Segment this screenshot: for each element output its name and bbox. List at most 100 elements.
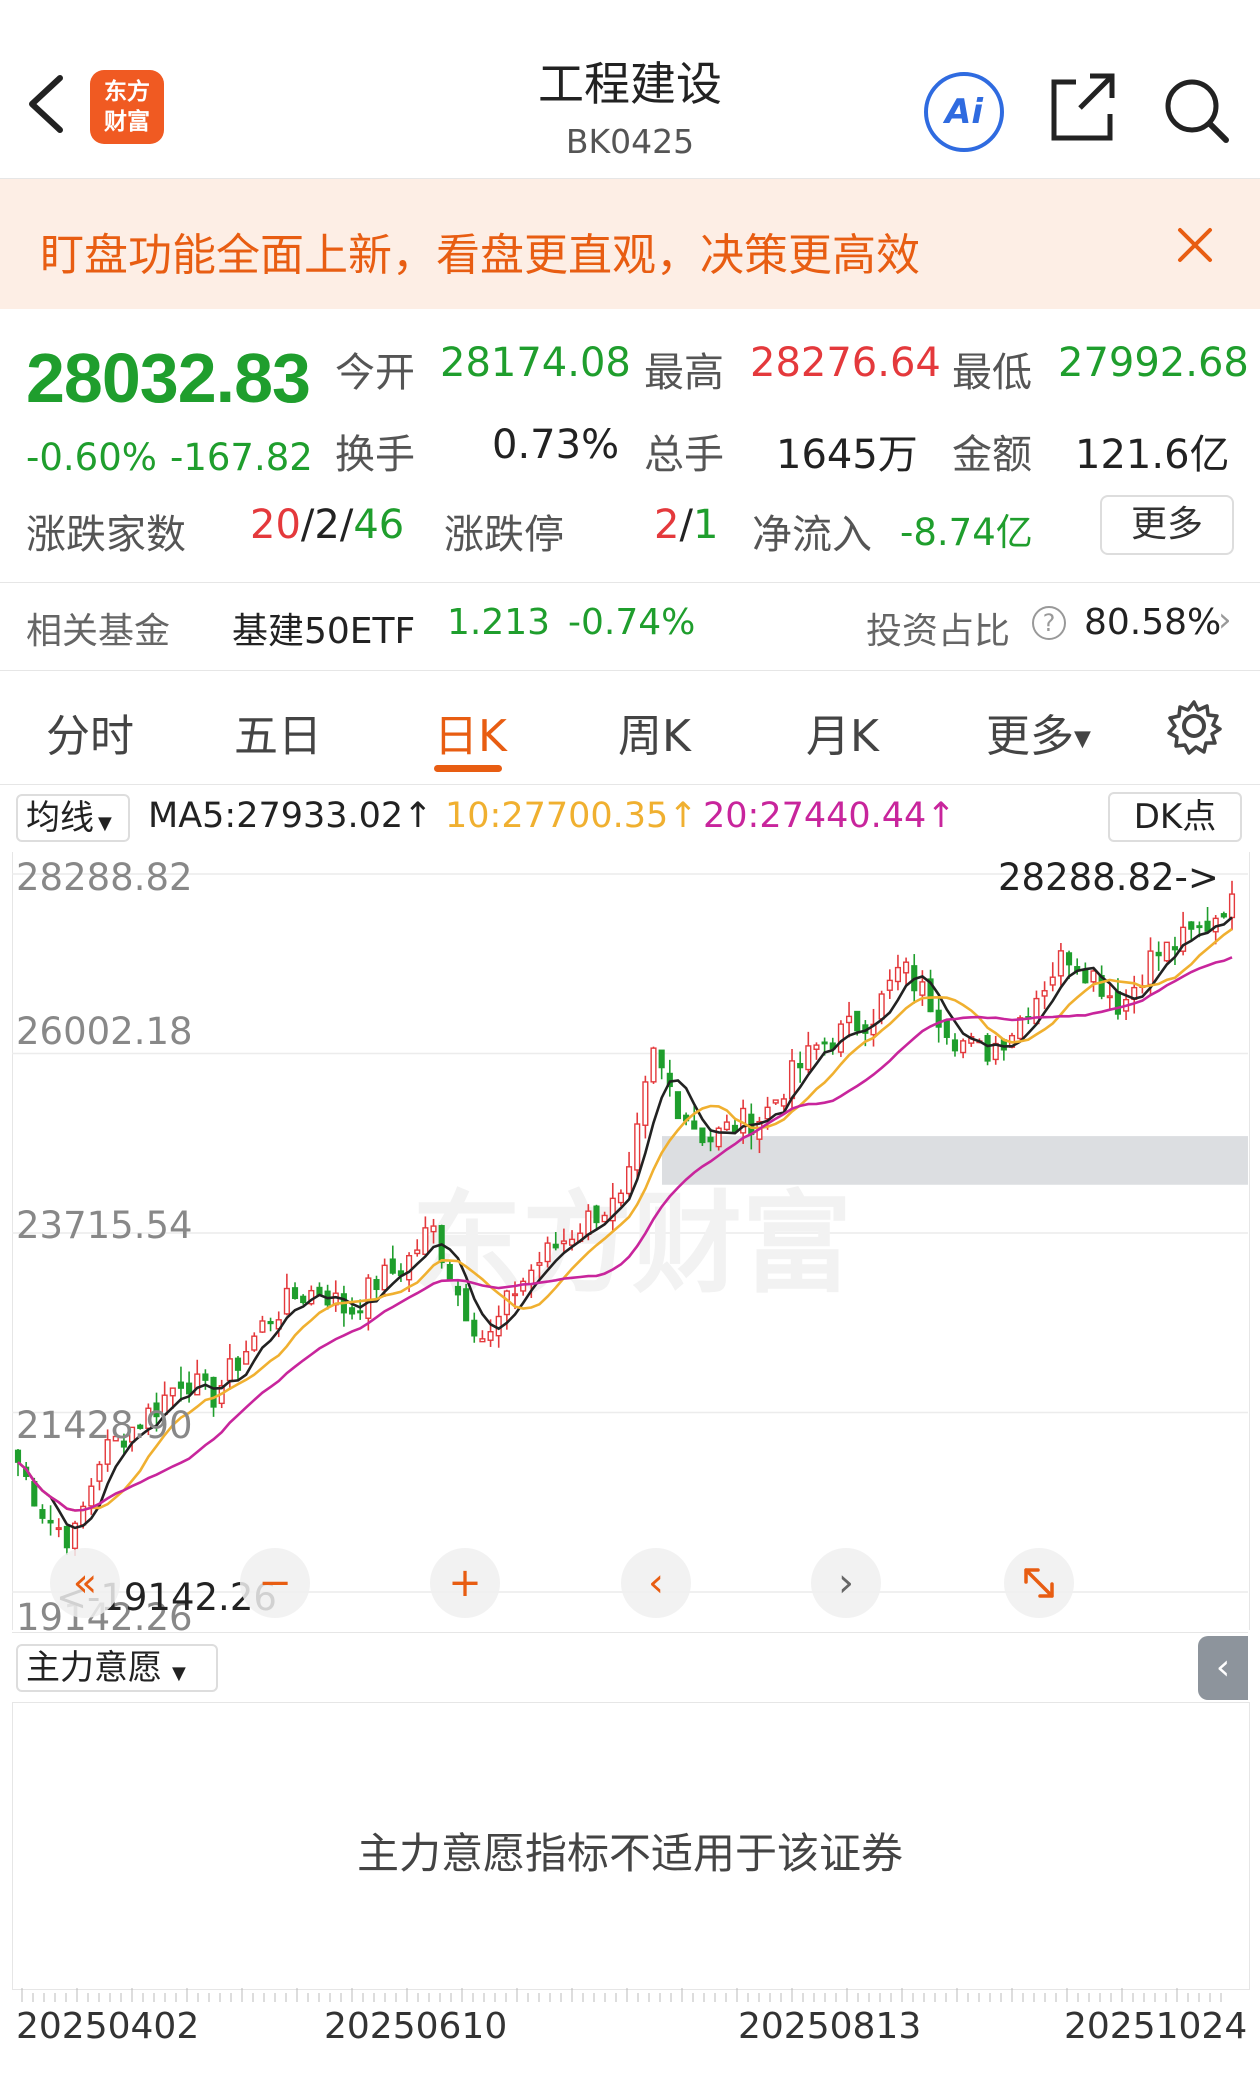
candle-body xyxy=(463,1288,470,1322)
candle-body xyxy=(226,1358,233,1382)
divider xyxy=(0,784,1260,785)
candle-body xyxy=(903,961,910,974)
minus-icon: − xyxy=(258,1560,292,1606)
candle-body xyxy=(1049,976,1056,986)
candle-body xyxy=(1188,921,1195,930)
scroll-to-start-button[interactable]: « xyxy=(50,1548,120,1618)
y-tick-label: 28288.82 xyxy=(16,856,193,899)
candle-body xyxy=(894,966,902,983)
chart-settings-button[interactable] xyxy=(1164,696,1224,760)
promo-banner-text[interactable]: 盯盘功能全面上新，看盘更直观，决策更高效 xyxy=(40,219,920,283)
more-stats-button[interactable]: 更多 xyxy=(1100,495,1234,555)
candle-body xyxy=(446,1263,453,1282)
chevron-right-icon: › xyxy=(838,1560,854,1606)
expand-icon xyxy=(1024,1568,1054,1598)
candle-body xyxy=(788,1060,796,1100)
caret-down-icon: ▼ xyxy=(98,813,112,834)
candle-body xyxy=(186,1382,193,1395)
candle-body xyxy=(1155,951,1162,957)
candle-body xyxy=(234,1357,242,1371)
banner-close-button[interactable] xyxy=(1170,220,1220,270)
candle-body xyxy=(560,1240,567,1245)
zoom-in-button[interactable]: + xyxy=(430,1548,500,1618)
indicator-dropdown-label: 均线 xyxy=(26,798,94,838)
divider xyxy=(0,670,1260,671)
related-fund-name[interactable]: 基建50ETF xyxy=(232,602,415,654)
caret-down-icon: ▼ xyxy=(1074,726,1091,752)
candle-body xyxy=(943,1020,950,1038)
dk-point-label: DK点 xyxy=(1133,797,1217,837)
candle-body xyxy=(300,1295,307,1304)
candle-body xyxy=(674,1091,682,1120)
divider xyxy=(0,582,1260,583)
scroll-left-button[interactable]: ‹ xyxy=(621,1548,691,1618)
watermark: 东方财富 xyxy=(412,1180,852,1308)
candle-body xyxy=(1147,950,1154,986)
updown-count-label: 涨跌家数 xyxy=(26,512,186,558)
back-button[interactable] xyxy=(18,64,78,144)
candle-body xyxy=(194,1373,201,1396)
security-code: BK0425 xyxy=(565,122,695,161)
candle-body xyxy=(536,1262,543,1266)
date-axis-ticks xyxy=(21,1988,1222,2002)
investment-ratio-value: 80.58% xyxy=(1084,602,1222,643)
candle-body xyxy=(544,1242,551,1263)
candle-body xyxy=(454,1285,462,1296)
chevron-left-icon xyxy=(29,75,63,133)
panel-collapse-button[interactable]: ‹ xyxy=(1198,1636,1248,1700)
y-tick-label: 23715.54 xyxy=(16,1204,193,1247)
candle-body xyxy=(984,1035,991,1062)
date-tick-label: 20251024 xyxy=(1064,2006,1248,2047)
high-value: 28276.64 xyxy=(750,340,941,386)
candle-body xyxy=(414,1249,421,1255)
indicator-dropdown[interactable]: 均线 ▼ xyxy=(16,794,130,842)
tab-more[interactable]: 更多▼ xyxy=(986,700,1091,764)
candle-body xyxy=(1057,950,1064,977)
candle-body xyxy=(1065,952,1073,966)
open-value: 28174.08 xyxy=(440,340,631,386)
candle-body xyxy=(707,1136,714,1143)
tab-weekly-k[interactable]: 周K xyxy=(618,700,691,764)
change-amount: -167.82 xyxy=(170,436,313,479)
candle-body xyxy=(422,1227,429,1255)
candle-body xyxy=(520,1280,527,1292)
candle-body xyxy=(642,1081,649,1126)
search-button[interactable] xyxy=(1158,68,1234,148)
page-title: 工程建设 xyxy=(538,57,722,111)
candle-body xyxy=(210,1376,217,1408)
sub-indicator-dropdown[interactable]: 主力意愿 ▼ xyxy=(16,1644,218,1692)
help-icon[interactable]: ? xyxy=(1032,606,1066,640)
kline-chart[interactable]: 东方财富 xyxy=(12,852,1248,1630)
ai-assistant-button[interactable]: Ai xyxy=(924,72,1004,152)
turnover-value: 0.73% xyxy=(492,422,620,468)
candle-body xyxy=(47,1519,54,1524)
candle-body xyxy=(267,1321,274,1325)
candle-body xyxy=(1228,893,1236,919)
tab-intraday[interactable]: 分时 xyxy=(46,700,134,764)
tab-daily-k[interactable]: 日K xyxy=(434,700,507,764)
zoom-out-button[interactable]: − xyxy=(240,1548,310,1618)
tab-monthly-k[interactable]: 月K xyxy=(806,700,879,764)
candle-body xyxy=(406,1254,413,1281)
chevron-right-icon[interactable]: › xyxy=(1218,600,1232,640)
open-label: 今开 xyxy=(335,350,415,396)
candle-body xyxy=(617,1192,624,1204)
volume-value: 1645万 xyxy=(776,432,918,478)
candle-body xyxy=(960,1040,967,1054)
candle-body xyxy=(31,1481,38,1507)
candle-body xyxy=(283,1287,290,1315)
candle-body xyxy=(805,1045,812,1071)
down-count: 46 xyxy=(353,502,405,548)
candle-body xyxy=(764,1106,771,1120)
dk-point-button[interactable]: DK点 xyxy=(1108,792,1242,842)
scroll-right-button[interactable]: › xyxy=(811,1548,881,1618)
candle-body xyxy=(886,979,893,991)
candle-body xyxy=(919,981,926,996)
candle-body xyxy=(479,1338,486,1343)
last-price: 28032.83 xyxy=(26,339,311,417)
limit-up-count: 2 xyxy=(654,502,680,548)
tab-five-day[interactable]: 五日 xyxy=(234,700,322,764)
fullscreen-button[interactable] xyxy=(1004,1548,1074,1618)
sub-indicator-label: 主力意愿 xyxy=(26,1648,162,1688)
share-button[interactable] xyxy=(1046,68,1118,148)
